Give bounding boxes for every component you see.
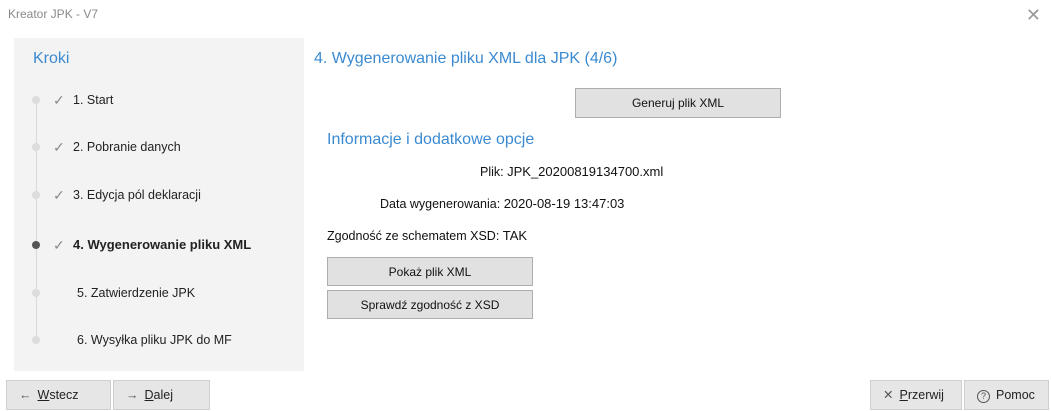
step-dot — [32, 289, 40, 297]
back-button[interactable]: ← Wstecz — [6, 380, 111, 410]
close-icon: ✕ — [883, 388, 894, 402]
check-icon: ✓ — [53, 92, 65, 108]
generate-xml-button[interactable]: Generuj plik XML — [575, 88, 781, 118]
step-download-data: ✓ 2. Pobranie danych — [30, 136, 300, 158]
file-info: Plik: JPK_20200819134700.xml — [480, 164, 663, 179]
step-label: 6. Wysyłka pliku JPK do MF — [77, 333, 232, 347]
cancel-accesskey: P — [899, 388, 908, 402]
step-dot — [32, 96, 40, 104]
arrow-right-icon: → — [126, 388, 139, 402]
next-button[interactable]: → Dalej — [113, 380, 210, 410]
step-send-jpk: 6. Wysyłka pliku JPK do MF — [30, 329, 300, 351]
steps-heading: Kroki — [33, 50, 70, 67]
check-xsd-button[interactable]: Sprawdź zgodność z XSD — [327, 290, 533, 319]
check-icon: ✓ — [53, 187, 65, 203]
next-accesskey: D — [144, 388, 154, 402]
step-approve-jpk: 5. Zatwierdzenie JPK — [30, 282, 300, 304]
date-value: 2020-08-19 13:47:03 — [503, 196, 625, 211]
cancel-button[interactable]: ✕ Przerwij — [870, 380, 962, 410]
window-title: Kreator JPK - V7 — [8, 7, 99, 21]
next-label: alej — [153, 388, 173, 402]
step-label: 4. Wygenerowanie pliku XML — [73, 237, 252, 252]
show-xml-button[interactable]: Pokaż plik XML — [327, 257, 533, 286]
back-accesskey: W — [37, 388, 50, 402]
date-info: Data wygenerowania: 2020-08-19 13:47:03 — [380, 196, 624, 211]
cancel-label: rzerwij — [907, 388, 944, 402]
help-label: Pomoc — [996, 388, 1035, 402]
page-title: 4. Wygenerowanie pliku XML dla JPK (4/6) — [314, 50, 618, 67]
file-label: Plik: — [480, 165, 504, 179]
section-title: Informacje i dodatkowe opcje — [327, 131, 535, 148]
back-label: stecz — [49, 388, 79, 402]
step-generate-xml: ✓ 4. Wygenerowanie pliku XML — [30, 234, 300, 256]
step-label: 1. Start — [73, 93, 114, 107]
arrow-left-icon: ← — [19, 388, 32, 402]
xsd-info: Zgodność ze schematem XSD: TAK — [327, 228, 527, 243]
steps-sidebar: Kroki ✓ 1. Start ✓ 2. Pobranie danych ✓ … — [14, 38, 304, 371]
file-value: JPK_20200819134700.xml — [507, 164, 664, 179]
steps-track-line — [36, 96, 37, 342]
step-label: 5. Zatwierdzenie JPK — [77, 286, 196, 300]
step-start: ✓ 1. Start — [30, 89, 300, 111]
step-label: 3. Edycja pól deklaracji — [73, 188, 201, 202]
check-icon: ✓ — [53, 139, 65, 155]
step-dot — [32, 191, 40, 199]
step-label: 2. Pobranie danych — [73, 140, 181, 154]
xsd-label: Zgodność ze schematem XSD: — [327, 229, 500, 243]
check-icon: ✓ — [53, 237, 65, 253]
help-button[interactable]: ? Pomoc — [964, 380, 1049, 410]
step-edit-fields: ✓ 3. Edycja pól deklaracji — [30, 184, 300, 206]
step-dot-current — [32, 241, 40, 249]
xsd-value: TAK — [502, 228, 528, 243]
title-bar: Kreator JPK - V7 ✕ — [0, 0, 1051, 32]
close-icon[interactable]: ✕ — [1026, 5, 1041, 26]
step-dot — [32, 143, 40, 151]
help-icon: ? — [977, 390, 990, 403]
date-label: Data wygenerowania: — [380, 197, 501, 211]
step-dot — [32, 336, 40, 344]
